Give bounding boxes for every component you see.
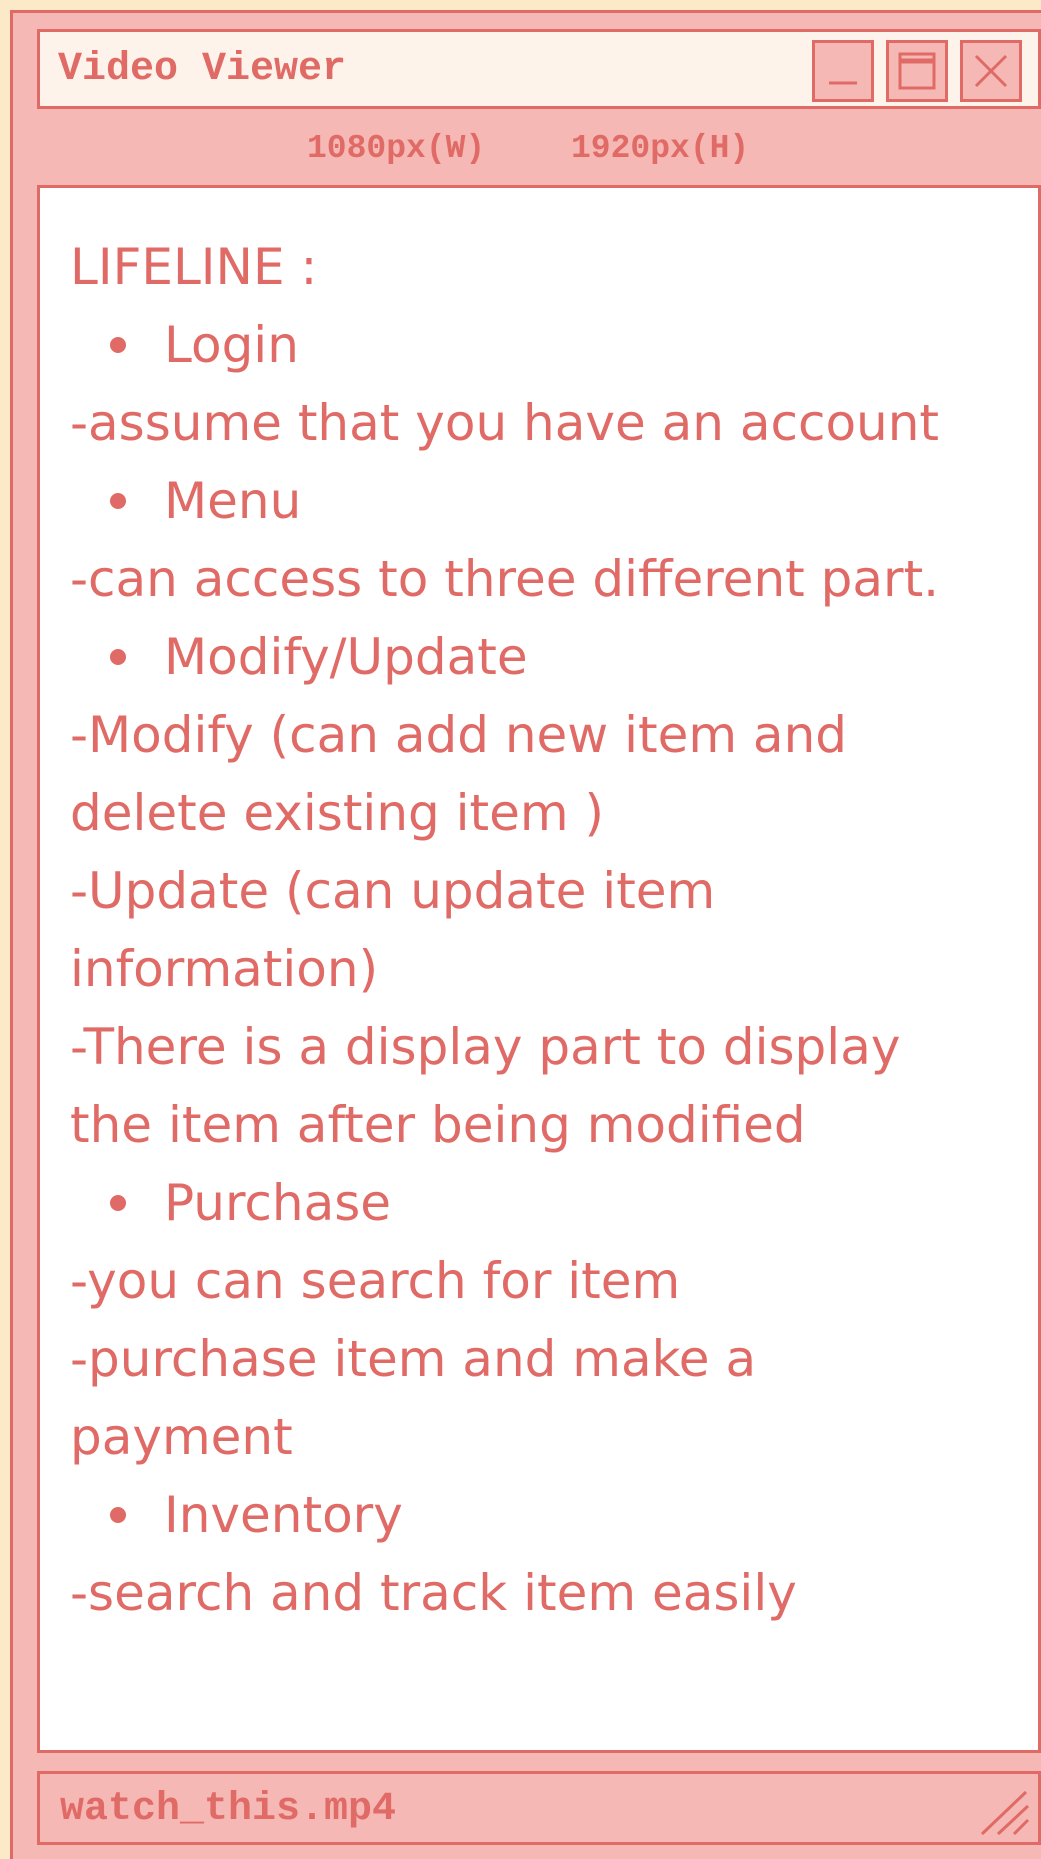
text-line: LIFELINE : (70, 228, 1028, 306)
bullet-icon (110, 648, 126, 665)
line-text: Login (164, 316, 299, 374)
title-bar[interactable]: Video Viewer (37, 29, 1041, 109)
maximize-icon (898, 52, 936, 90)
width-label: 1080px(W) (307, 130, 486, 167)
maximize-button[interactable] (886, 40, 948, 102)
window-title: Video Viewer (58, 47, 347, 92)
text-line: the item after being modified (70, 1086, 1028, 1164)
text-line: -Modify (can add new item and (70, 696, 1028, 774)
text-line: -Update (can update item (70, 852, 1028, 930)
bullet-item: Inventory (70, 1476, 1028, 1554)
content-panel: LIFELINE : Login -assume that you have an … (37, 185, 1041, 1753)
line-text: Inventory (164, 1486, 403, 1544)
bullet-item: Menu (70, 462, 1028, 540)
close-icon (974, 54, 1008, 88)
text-line: -assume that you have an account (70, 384, 1028, 462)
line-text: payment (70, 1408, 293, 1466)
line-text: information) (70, 940, 379, 998)
line-text: -can access to three different part. (70, 550, 940, 608)
close-button[interactable] (960, 40, 1022, 102)
line-text: Modify/Update (164, 628, 528, 686)
bullet-item: Login (70, 306, 1028, 384)
bullet-item: Modify/Update (70, 618, 1028, 696)
line-text: -assume that you have an account (70, 394, 940, 452)
line-text: Menu (164, 472, 302, 530)
line-text: -search and track item easily (70, 1564, 797, 1622)
bullet-icon (110, 492, 126, 509)
filename-label: watch_this.mp4 (60, 1787, 397, 1832)
text-line: -you can search for item (70, 1242, 1028, 1320)
text-line: delete existing item ) (70, 774, 1028, 852)
line-text: -purchase item and make a (70, 1330, 757, 1388)
text-line: payment (70, 1398, 1028, 1476)
line-text: delete existing item ) (70, 784, 605, 842)
text-line: -search and track item easily (70, 1554, 1028, 1632)
bullet-icon (110, 1194, 126, 1211)
line-text: LIFELINE : (70, 238, 318, 296)
line-text: the item after being modified (70, 1096, 806, 1154)
text-line: -can access to three different part. (70, 540, 1028, 618)
line-text: Purchase (164, 1174, 392, 1232)
video-viewer-window: Video Viewer 1080px(W) 1920px(H) LIFELIN… (10, 10, 1041, 1859)
text-line: information) (70, 930, 1028, 1008)
text-line: -There is a display part to display (70, 1008, 1028, 1086)
line-text: -There is a display part to display (70, 1018, 901, 1076)
resize-grip-icon[interactable] (972, 1788, 1032, 1838)
height-label: 1920px(H) (571, 130, 750, 167)
bullet-icon (110, 1506, 126, 1523)
line-text: -Update (can update item (70, 862, 716, 920)
status-bar: watch_this.mp4 (37, 1771, 1041, 1845)
minimize-button[interactable] (812, 40, 874, 102)
minimize-icon (829, 81, 857, 85)
bullet-item: Purchase (70, 1164, 1028, 1242)
line-text: -you can search for item (70, 1252, 681, 1310)
text-lines: LIFELINE : Login -assume that you have an … (70, 228, 1028, 1632)
text-line: -purchase item and make a (70, 1320, 1028, 1398)
line-text: -Modify (can add new item and (70, 706, 848, 764)
bullet-icon (110, 336, 126, 353)
